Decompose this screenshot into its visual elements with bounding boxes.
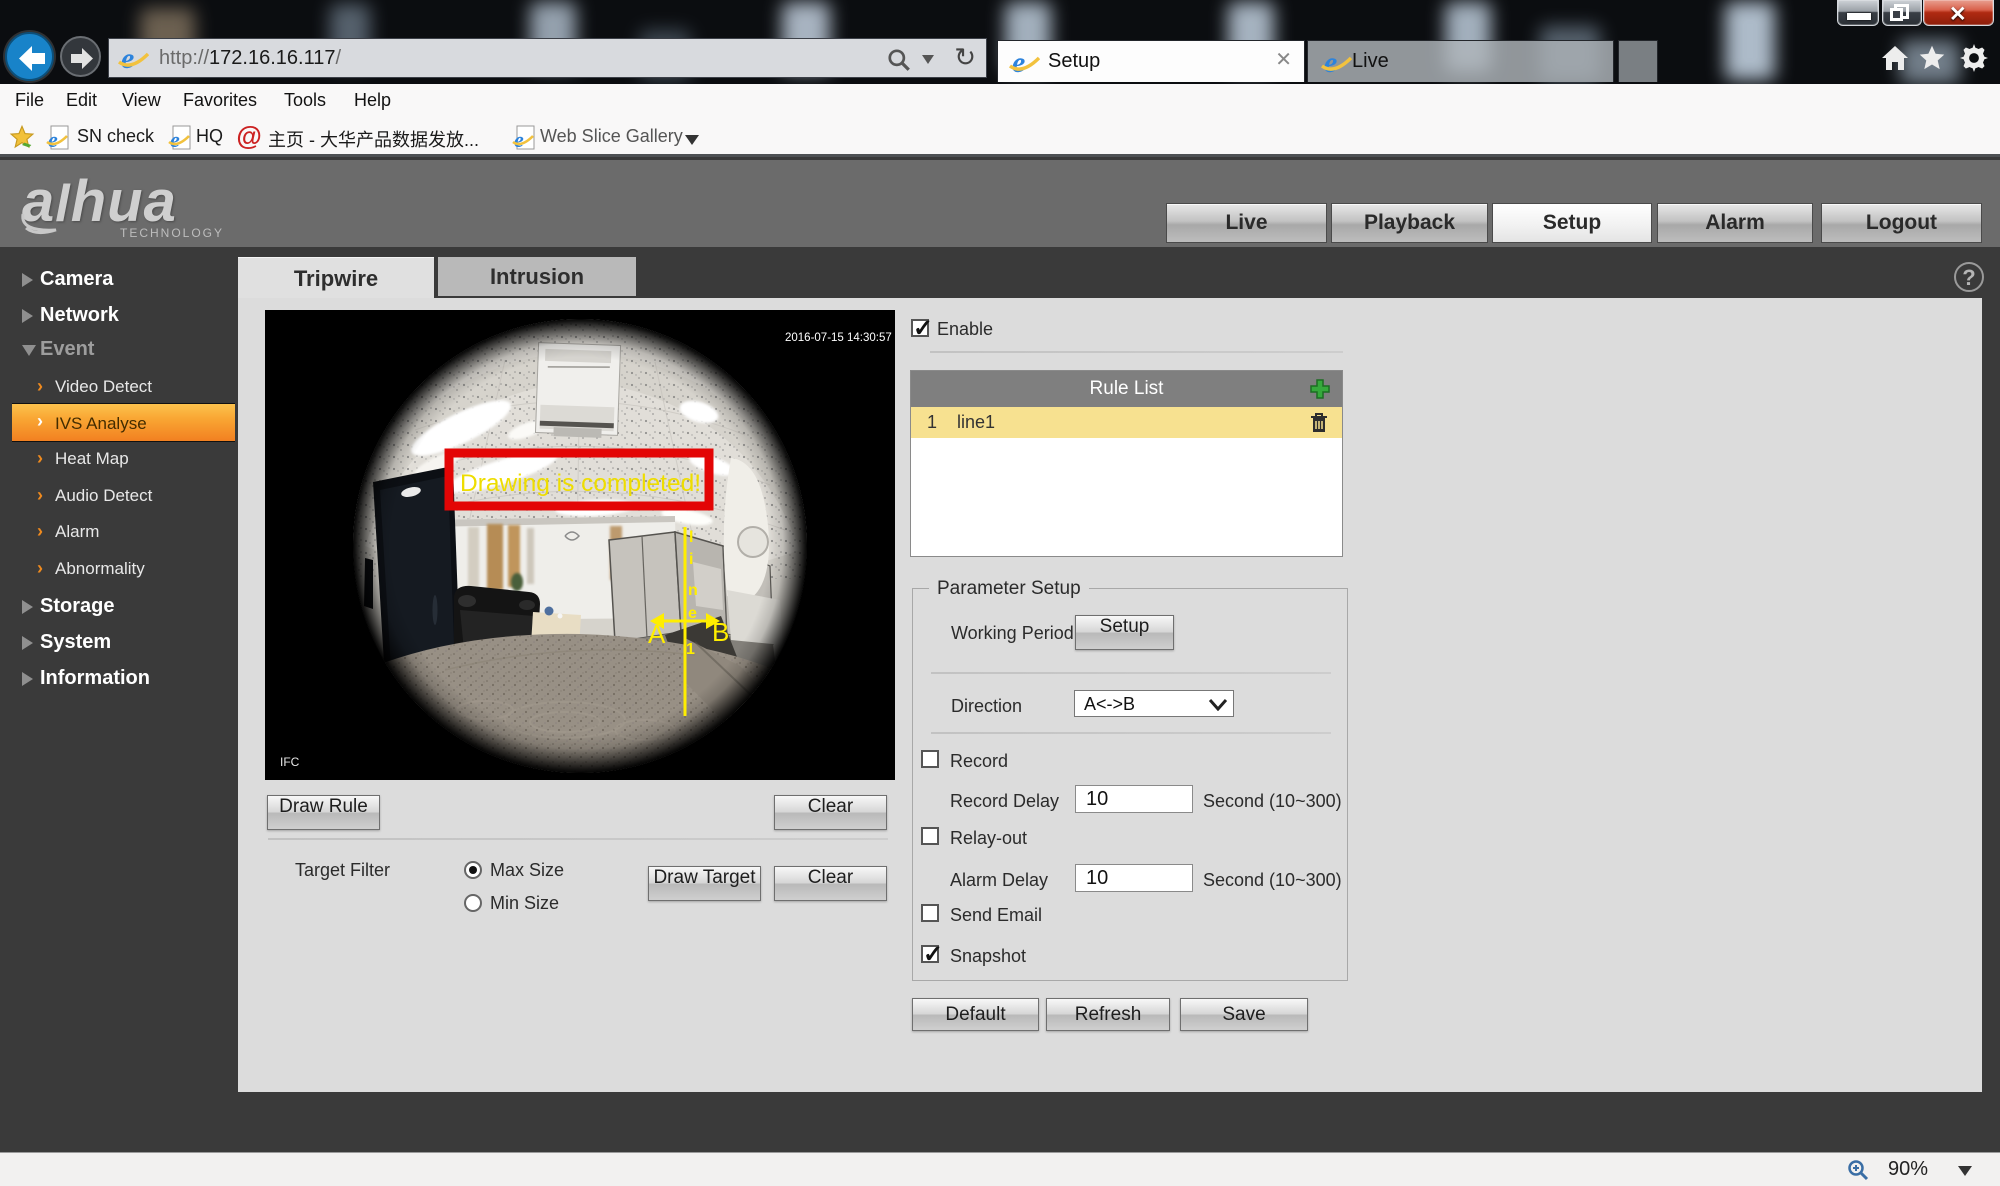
svg-text:e: e — [121, 42, 134, 74]
svg-text:l: l — [689, 529, 693, 546]
svg-text:2016-07-15 14:30:57: 2016-07-15 14:30:57 — [785, 332, 892, 344]
svg-text:e: e — [1324, 46, 1337, 78]
svg-text:i: i — [689, 551, 693, 568]
svg-text:A: A — [648, 619, 666, 649]
svg-text:e: e — [48, 127, 58, 151]
svg-text:e: e — [170, 127, 180, 151]
svg-text:B: B — [712, 617, 729, 647]
svg-text:e: e — [514, 127, 524, 151]
svg-text:IFC: IFC — [280, 755, 300, 769]
svg-text:e: e — [688, 605, 697, 622]
svg-text:e: e — [1012, 46, 1025, 78]
svg-text:n: n — [688, 582, 698, 599]
svg-text:Drawing is completed!: Drawing is completed! — [460, 470, 701, 497]
svg-text:1: 1 — [686, 641, 695, 658]
